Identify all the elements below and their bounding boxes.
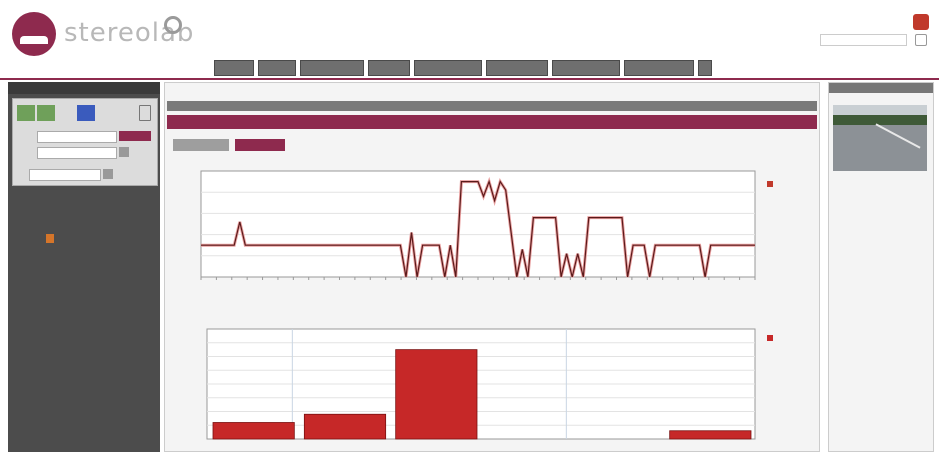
logo-icon: [12, 12, 56, 56]
date-field[interactable]: [820, 34, 907, 46]
trash-icon[interactable]: [139, 105, 151, 121]
tree-item-selected[interactable]: [46, 234, 54, 243]
sidebar-title: [8, 82, 160, 94]
nav-tab-more[interactable]: [698, 60, 712, 76]
pause-button[interactable]: [37, 105, 55, 121]
refresh-button[interactable]: [77, 105, 95, 121]
unit-select[interactable]: [29, 169, 101, 181]
subsection-header: [167, 115, 817, 129]
app-header: stereolab: [0, 0, 939, 80]
nav-tab-6[interactable]: [486, 60, 548, 76]
nav-tab-8[interactable]: [624, 60, 694, 76]
play-button[interactable]: [17, 105, 35, 121]
from-date-input[interactable]: [37, 131, 117, 143]
sidebar: [8, 82, 160, 452]
unit-go-button[interactable]: [103, 169, 113, 179]
chart2-bar: [669, 430, 752, 440]
detail-panel-title: [829, 83, 933, 93]
chart2-bar: [303, 413, 387, 440]
nav-tab-2[interactable]: [258, 60, 296, 76]
calendar-icon[interactable]: [119, 147, 129, 157]
main-content: [164, 82, 820, 452]
tab-1[interactable]: [173, 139, 229, 151]
settings-icon[interactable]: [915, 34, 927, 46]
detail-panel: [828, 82, 934, 452]
chart2-legend-swatch: [767, 335, 773, 341]
main-nav: [214, 60, 712, 76]
filter-panel: [12, 98, 158, 186]
nav-tab-5[interactable]: [414, 60, 482, 76]
section-header: [167, 101, 817, 111]
chart1-plot-area: [200, 170, 756, 278]
chart2-bar: [395, 349, 478, 440]
nav-tab-7[interactable]: [552, 60, 620, 76]
to-date-input[interactable]: [37, 147, 117, 159]
camera-image[interactable]: [833, 105, 927, 171]
chart1-legend-swatch: [767, 181, 773, 187]
nav-tab-1[interactable]: [214, 60, 254, 76]
bar-chart: [206, 328, 773, 440]
tab-2[interactable]: [235, 139, 285, 151]
line-chart: [200, 170, 773, 280]
apply-button[interactable]: [119, 131, 151, 141]
chart2-bar: [212, 422, 295, 440]
nav-tab-4[interactable]: [368, 60, 410, 76]
logo-gear-icon: [164, 16, 182, 34]
header-divider: [0, 78, 939, 80]
logout-icon[interactable]: [913, 14, 929, 30]
nav-tab-3[interactable]: [300, 60, 364, 76]
